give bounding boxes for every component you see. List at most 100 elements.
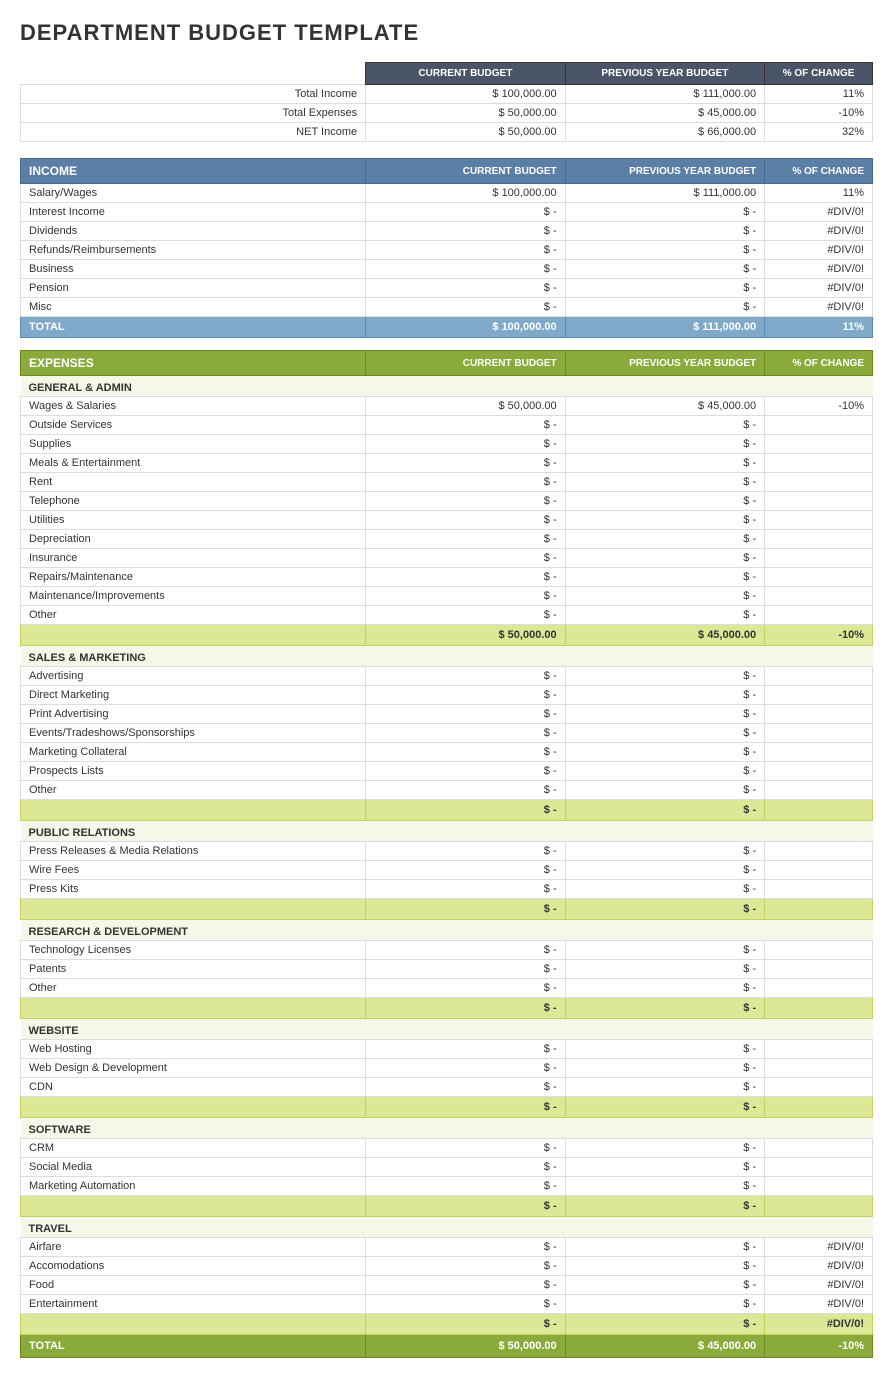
income-table: INCOME CURRENT BUDGET PREVIOUS YEAR BUDG…	[20, 158, 873, 338]
income-current-1: $ -	[366, 203, 566, 222]
exp-row-ga-3: Meals & Entertainment $ - $ -	[21, 454, 873, 473]
income-prev-2: $ -	[565, 222, 765, 241]
exp-row-ga-6: Utilities $ - $ -	[21, 511, 873, 530]
exp-row-ga-1: Outside Services $ - $ -	[21, 416, 873, 435]
exp-row-tr-0: Airfare $ - $ - #DIV/0!	[21, 1238, 873, 1257]
exp-row-pr-1: Wire Fees $ - $ -	[21, 861, 873, 880]
summary-expenses-current: $ 50,000.00	[366, 104, 566, 123]
income-prev-3: $ -	[565, 241, 765, 260]
public-relations-label: PUBLIC RELATIONS	[21, 821, 873, 842]
income-current-6: $ -	[366, 298, 566, 317]
summary-expenses-change: -10%	[765, 104, 873, 123]
income-total-label: TOTAL	[21, 317, 366, 338]
income-current-0: $ 100,000.00	[366, 184, 566, 203]
expenses-total-row: TOTAL $ 50,000.00 $ 45,000.00 -10%	[21, 1335, 873, 1358]
income-change-1: #DIV/0!	[765, 203, 873, 222]
income-label-3: Refunds/Reimbursements	[21, 241, 366, 260]
exp-row-ga-10: Maintenance/Improvements $ - $ -	[21, 587, 873, 606]
income-label-5: Pension	[21, 279, 366, 298]
income-total-row: TOTAL $ 100,000.00 $ 111,000.00 11%	[21, 317, 873, 338]
income-change-4: #DIV/0!	[765, 260, 873, 279]
general-admin-label: GENERAL & ADMIN	[21, 376, 873, 397]
expenses-section-label: EXPENSES	[21, 351, 366, 376]
income-section-label: INCOME	[21, 159, 366, 184]
summary-income-label: Total Income	[21, 85, 366, 104]
exp-row-sw-2: Marketing Automation $ - $ -	[21, 1177, 873, 1196]
exp-row-sm-1: Direct Marketing $ - $ -	[21, 686, 873, 705]
travel-label: TRAVEL	[21, 1217, 873, 1238]
exp-row-web-0: Web Hosting $ - $ -	[21, 1040, 873, 1059]
summary-net-prev: $ 66,000.00	[565, 123, 765, 142]
income-row-4: Business $ - $ - #DIV/0!	[21, 260, 873, 279]
expenses-current-header: CURRENT BUDGET	[366, 351, 566, 376]
exp-row-tr-3: Entertainment $ - $ - #DIV/0!	[21, 1295, 873, 1314]
income-label-0: Salary/Wages	[21, 184, 366, 203]
expenses-total-label: TOTAL	[21, 1335, 366, 1358]
income-total-prev: $ 111,000.00	[565, 317, 765, 338]
summary-expenses-label: Total Expenses	[21, 104, 366, 123]
income-header-row: INCOME CURRENT BUDGET PREVIOUS YEAR BUDG…	[21, 159, 873, 184]
summary-income-current: $ 100,000.00	[366, 85, 566, 104]
summary-income-change: 11%	[765, 85, 873, 104]
subsection-software: SOFTWARE	[21, 1118, 873, 1139]
software-label: SOFTWARE	[21, 1118, 873, 1139]
income-change-5: #DIV/0!	[765, 279, 873, 298]
exp-row-pr-2: Press Kits $ - $ -	[21, 880, 873, 899]
rd-label: RESEARCH & DEVELOPMENT	[21, 920, 873, 941]
income-current-4: $ -	[366, 260, 566, 279]
exp-row-rd-0: Technology Licenses $ - $ -	[21, 941, 873, 960]
income-change-6: #DIV/0!	[765, 298, 873, 317]
summary-empty-header	[21, 63, 366, 85]
income-label-4: Business	[21, 260, 366, 279]
subtotal-tr: $ - $ - #DIV/0!	[21, 1314, 873, 1335]
income-prev-5: $ -	[565, 279, 765, 298]
subsection-sales-marketing: SALES & MARKETING	[21, 646, 873, 667]
income-row-5: Pension $ - $ - #DIV/0!	[21, 279, 873, 298]
exp-row-sm-3: Events/Tradeshows/Sponsorships $ - $ -	[21, 724, 873, 743]
summary-income-prev: $ 111,000.00	[565, 85, 765, 104]
income-label-6: Misc	[21, 298, 366, 317]
exp-row-ga-2: Supplies $ - $ -	[21, 435, 873, 454]
income-row-6: Misc $ - $ - #DIV/0!	[21, 298, 873, 317]
subtotal-ga: $ 50,000.00 $ 45,000.00 -10%	[21, 625, 873, 646]
exp-row-sm-6: Other $ - $ -	[21, 781, 873, 800]
expenses-change-header: % OF CHANGE	[765, 351, 873, 376]
exp-row-sm-0: Advertising $ - $ -	[21, 667, 873, 686]
summary-change-header: % OF CHANGE	[765, 63, 873, 85]
expenses-total-prev: $ 45,000.00	[565, 1335, 765, 1358]
expenses-prev-header: PREVIOUS YEAR BUDGET	[565, 351, 765, 376]
summary-row-expenses: Total Expenses $ 50,000.00 $ 45,000.00 -…	[21, 104, 873, 123]
summary-row-income: Total Income $ 100,000.00 $ 111,000.00 1…	[21, 85, 873, 104]
subsection-public-relations: PUBLIC RELATIONS	[21, 821, 873, 842]
income-prev-1: $ -	[565, 203, 765, 222]
subsection-rd: RESEARCH & DEVELOPMENT	[21, 920, 873, 941]
subsection-general-admin: GENERAL & ADMIN	[21, 376, 873, 397]
summary-current-header: CURRENT BUDGET	[366, 63, 566, 85]
exp-row-ga-9: Repairs/Maintenance $ - $ -	[21, 568, 873, 587]
income-change-2: #DIV/0!	[765, 222, 873, 241]
income-current-header: CURRENT BUDGET	[366, 159, 566, 184]
income-row-2: Dividends $ - $ - #DIV/0!	[21, 222, 873, 241]
exp-row-ga-11: Other $ - $ -	[21, 606, 873, 625]
exp-row-sm-2: Print Advertising $ - $ -	[21, 705, 873, 724]
income-current-5: $ -	[366, 279, 566, 298]
exp-row-ga-5: Telephone $ - $ -	[21, 492, 873, 511]
exp-row-sw-1: Social Media $ - $ -	[21, 1158, 873, 1177]
exp-row-pr-0: Press Releases & Media Relations $ - $ -	[21, 842, 873, 861]
subtotal-sw: $ - $ -	[21, 1196, 873, 1217]
summary-table: CURRENT BUDGET PREVIOUS YEAR BUDGET % OF…	[20, 62, 873, 142]
exp-row-sm-4: Marketing Collateral $ - $ -	[21, 743, 873, 762]
income-total-current: $ 100,000.00	[366, 317, 566, 338]
exp-row-ga-8: Insurance $ - $ -	[21, 549, 873, 568]
expenses-total-current: $ 50,000.00	[366, 1335, 566, 1358]
page-title: DEPARTMENT BUDGET TEMPLATE	[20, 20, 873, 46]
summary-net-change: 32%	[765, 123, 873, 142]
subtotal-rd: $ - $ -	[21, 998, 873, 1019]
income-prev-4: $ -	[565, 260, 765, 279]
income-label-1: Interest Income	[21, 203, 366, 222]
summary-net-current: $ 50,000.00	[366, 123, 566, 142]
subtotal-pr: $ - $ -	[21, 899, 873, 920]
exp-row-rd-2: Other $ - $ -	[21, 979, 873, 998]
income-change-3: #DIV/0!	[765, 241, 873, 260]
subsection-travel: TRAVEL	[21, 1217, 873, 1238]
